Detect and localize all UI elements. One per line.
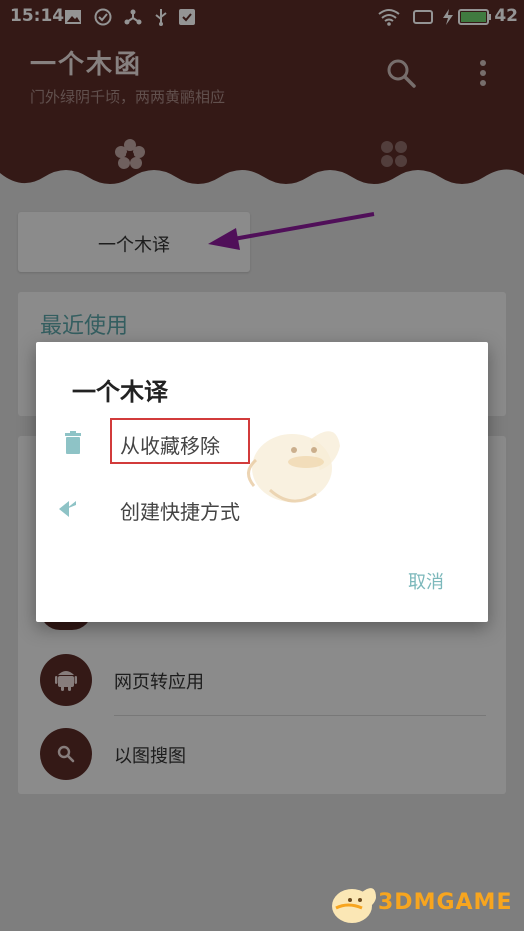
cancel-button[interactable]: 取消 <box>408 568 444 594</box>
trash-icon <box>65 431 81 454</box>
dialog-title: 一个木译 <box>72 378 168 406</box>
watermark-text: 3DMGAME <box>378 890 513 915</box>
context-dialog: 一个木译 从收藏移除 创建快捷方式 取消 <box>36 342 488 622</box>
option-label: 创建快捷方式 <box>120 500 240 524</box>
site-watermark: 3DMGAME <box>328 878 518 928</box>
reply-all-icon <box>59 501 76 517</box>
mascot-logo-icon <box>332 888 376 923</box>
annotation-highlight-box <box>110 418 250 464</box>
mascot-watermark-image <box>247 431 340 503</box>
